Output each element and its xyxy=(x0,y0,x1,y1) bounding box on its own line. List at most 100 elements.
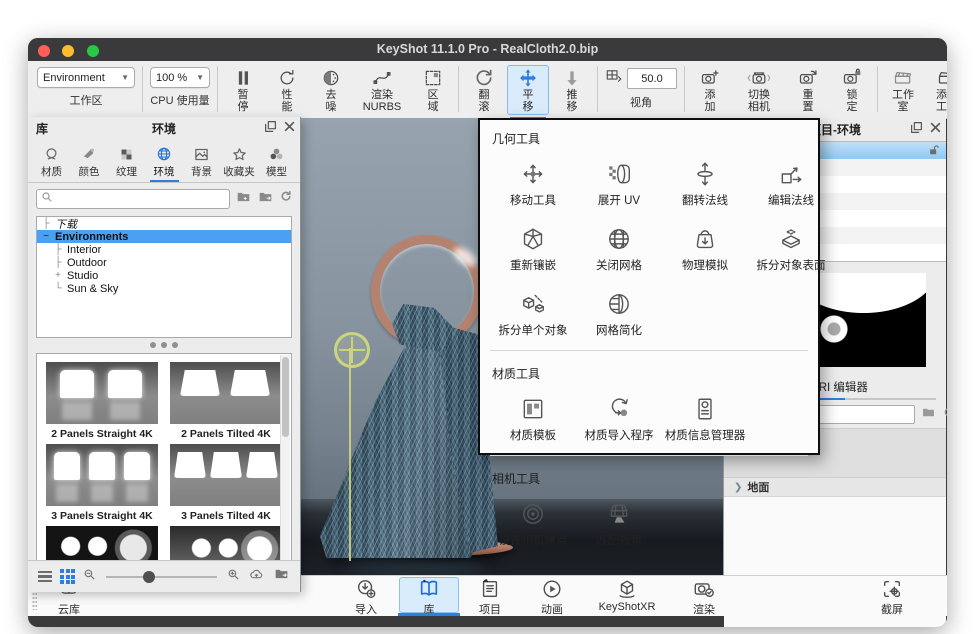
menu-item-unwrap-uv[interactable]: 展开 UV xyxy=(578,149,660,214)
add-camera-button[interactable]: 添加 xyxy=(689,65,731,115)
library-titlebar: 库 环境 xyxy=(28,117,300,140)
tab-models[interactable]: 模型 xyxy=(259,142,294,182)
reset-camera-button[interactable]: 重置 xyxy=(787,65,829,115)
menu-item-split-object-surfaces[interactable]: 拆分对象表面 xyxy=(750,214,832,279)
menu-item-material-importer[interactable]: 材质导入程序 xyxy=(578,384,660,449)
add-to-library-icon[interactable] xyxy=(273,567,290,586)
studio-button[interactable]: 工作室 xyxy=(882,65,924,115)
menu-item-material-templates[interactable]: 材质模板 xyxy=(492,384,574,449)
dolly-button[interactable]: 推移 xyxy=(551,65,593,115)
dock-item-project[interactable]: 项目 xyxy=(461,578,519,617)
splitter-handle[interactable] xyxy=(28,340,300,349)
dock-item-keyshotxr[interactable]: KeyShotXR xyxy=(581,578,673,613)
dolly-icon xyxy=(562,67,582,89)
thumbnails-scrollbar[interactable] xyxy=(280,355,290,571)
thumb-3-panels-straight[interactable]: 3 Panels Straight 4K xyxy=(43,444,161,522)
dock-item-screenshot[interactable]: 截屏 xyxy=(863,578,921,617)
pause-icon xyxy=(233,67,253,89)
library-panel: 库 环境 材质 颜色 纹理 环境 xyxy=(28,117,301,592)
dock-item-import[interactable]: 导入 xyxy=(337,578,395,617)
float-panel-icon[interactable] xyxy=(264,120,277,138)
move-pin-gizmo[interactable] xyxy=(334,332,370,368)
menu-item-close-mesh[interactable]: 关闭网格 xyxy=(578,214,660,279)
menu-item-material-info-manager[interactable]: 材质信息管理器 xyxy=(664,384,746,449)
tab-environments[interactable]: 环境 xyxy=(147,142,182,182)
library-bottom-bar xyxy=(28,560,300,592)
hdri-thumb-image xyxy=(170,444,282,506)
camera-reset-icon xyxy=(797,67,819,89)
move-tool-icon xyxy=(520,159,546,189)
material-sphere-icon xyxy=(44,146,59,162)
tab-textures[interactable]: 纹理 xyxy=(109,142,144,182)
nurbs-curve-icon xyxy=(371,67,393,89)
search-box[interactable] xyxy=(36,189,230,209)
main-toolbar: Environment ▼ 工作区 100 % ▼ CPU 使用量 暂停 性能 … xyxy=(28,61,947,119)
tree-item-sun-sky[interactable]: └ Sun & Sky xyxy=(37,282,291,295)
thumb-3-panels-tilted[interactable]: 3 Panels Tilted 4K xyxy=(167,444,285,522)
upload-cloud-icon[interactable] xyxy=(248,567,265,587)
switch-camera-button[interactable]: 切换相机 xyxy=(733,65,785,115)
menu-item-split-separate-objects[interactable]: 拆分单个对象 xyxy=(492,279,574,344)
close-panel-icon[interactable] xyxy=(929,121,942,139)
tab-materials[interactable]: 材质 xyxy=(34,142,69,182)
menu-separator xyxy=(490,350,808,351)
search-input[interactable] xyxy=(53,191,229,207)
menu-item-mesh-simplify[interactable]: 网格简化 xyxy=(578,279,660,344)
folder-icon[interactable] xyxy=(921,406,936,424)
workspace-select[interactable]: Environment ▼ xyxy=(37,67,135,88)
close-mesh-icon xyxy=(606,224,632,254)
close-panel-icon[interactable] xyxy=(283,120,296,138)
tree-item-downloads[interactable]: ├ 下载 xyxy=(37,217,291,230)
unlock-icon[interactable] xyxy=(928,144,941,162)
performance-button[interactable]: 性能 xyxy=(266,65,308,115)
toolbar-separator xyxy=(458,66,459,112)
tumble-button[interactable]: 翻滚 xyxy=(463,65,505,115)
refresh-icon[interactable] xyxy=(279,190,292,208)
tree-item-studio[interactable]: + Studio xyxy=(37,269,291,282)
denoise-button[interactable]: 去噪 xyxy=(310,65,352,115)
refresh-icon[interactable] xyxy=(942,406,947,424)
menu-item-set-camera-focus[interactable]: 设置相机焦点 xyxy=(492,489,574,554)
dock-item-animation[interactable]: 动画 xyxy=(523,578,581,617)
screen: KeyShot 11.1.0 Pro - RealCloth2.0.bip En… xyxy=(0,0,975,634)
dock-item-library[interactable]: 库 xyxy=(399,577,459,613)
menu-item-physics-simulation[interactable]: 物理模拟 xyxy=(664,214,746,279)
view-angle-label: 视角 xyxy=(630,94,652,110)
pan-button[interactable]: 平移 xyxy=(507,65,549,115)
tree-item-interior[interactable]: ├ Interior xyxy=(37,243,291,256)
menu-item-flip-normals[interactable]: 翻转法线 xyxy=(664,149,746,214)
match-perspective-icon xyxy=(606,499,632,529)
grid-view-icon[interactable] xyxy=(60,569,75,584)
tab-colors[interactable]: 颜色 xyxy=(72,142,107,182)
menu-item-match-perspective[interactable]: 匹配视角 xyxy=(578,489,660,554)
menu-item-retessellate[interactable]: 重新镶嵌 xyxy=(492,214,574,279)
tree-item-environments[interactable]: − Environments xyxy=(37,230,291,243)
pause-button[interactable]: 暂停 xyxy=(222,65,264,115)
zoom-out-icon[interactable] xyxy=(83,568,96,586)
cpu-usage-select[interactable]: 100 % ▼ xyxy=(150,67,210,88)
import-folder-icon[interactable] xyxy=(257,190,274,209)
menu-item-edit-normals[interactable]: 编辑法线 xyxy=(750,149,832,214)
float-panel-icon[interactable] xyxy=(910,121,923,139)
add-studio-button[interactable]: 添加工作 xyxy=(926,65,947,115)
slider-thumb[interactable] xyxy=(143,571,155,583)
dock-item-render[interactable]: 渲染 xyxy=(675,578,733,617)
thumb-2-panels-tilted[interactable]: 2 Panels Tilted 4K xyxy=(167,362,285,440)
titlebar: KeyShot 11.1.0 Pro - RealCloth2.0.bip xyxy=(28,38,947,61)
thumbnail-size-slider[interactable] xyxy=(106,576,217,578)
tab-favorites[interactable]: 收藏夹 xyxy=(222,142,257,182)
add-folder-icon[interactable] xyxy=(235,190,252,209)
region-button[interactable]: 区域 xyxy=(412,65,454,115)
tree-item-outdoor[interactable]: ├ Outdoor xyxy=(37,256,291,269)
tab-backplates[interactable]: 背景 xyxy=(184,142,219,182)
toolbar-separator xyxy=(597,66,598,112)
list-view-icon[interactable] xyxy=(38,569,52,585)
section-title: 相机工具 xyxy=(492,470,806,487)
lock-camera-button[interactable]: 锁定 xyxy=(831,65,873,115)
menu-item-move-tool[interactable]: 移动工具 xyxy=(492,149,574,214)
thumb-2-panels-straight[interactable]: 2 Panels Straight 4K xyxy=(43,362,161,440)
screenshot-icon xyxy=(881,578,903,600)
zoom-in-icon[interactable] xyxy=(227,568,240,586)
view-angle-input[interactable] xyxy=(627,68,677,89)
render-nurbs-button[interactable]: 渲染NURBS xyxy=(354,65,410,115)
